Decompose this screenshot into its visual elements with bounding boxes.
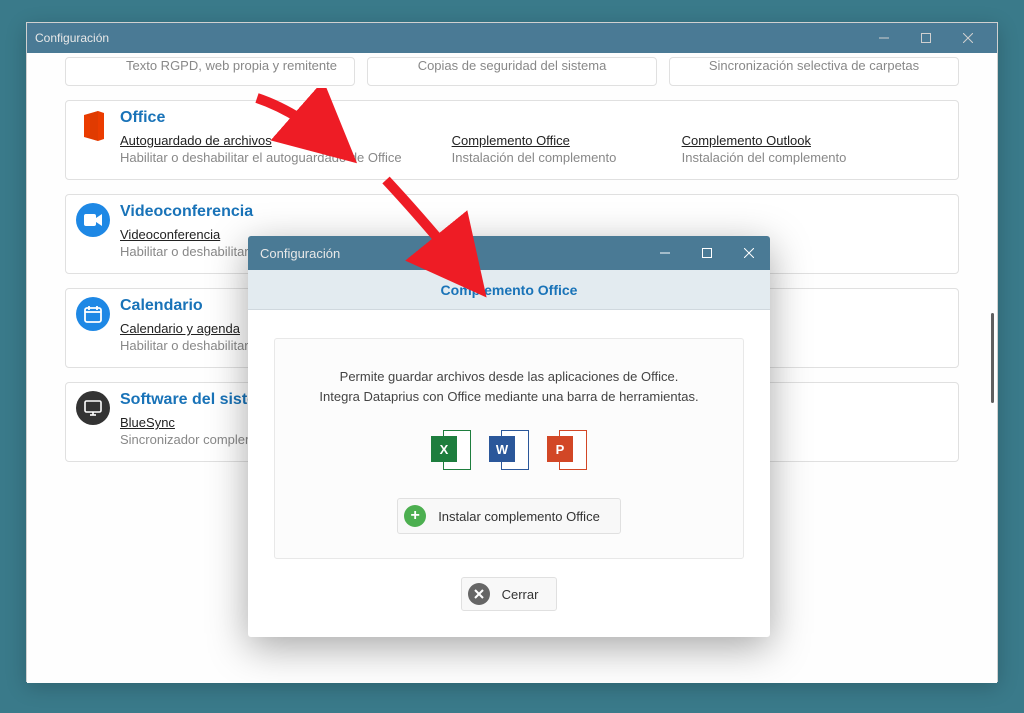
office-complement-link[interactable]: Complemento Office Instalación del compl… <box>452 133 632 165</box>
plus-icon: + <box>404 505 426 527</box>
maximize-button[interactable] <box>905 23 947 53</box>
link-desc: Instalación del complemento <box>682 150 862 165</box>
excel-icon: X <box>431 430 471 470</box>
dialog-minimize-button[interactable] <box>644 236 686 270</box>
dialog-window-controls <box>644 236 770 270</box>
card-title: Videoconferencia <box>120 203 948 221</box>
annotation-arrow-2 <box>374 170 494 300</box>
install-button[interactable]: + Instalar complemento Office <box>397 498 621 534</box>
stub-text: Copias de seguridad del sistema <box>378 58 646 73</box>
dialog-window: Configuración Complemento Office Permite… <box>248 236 770 637</box>
dialog-body: Permite guardar archivos desde las aplic… <box>248 310 770 637</box>
card-title: Office <box>120 109 948 127</box>
dialog-maximize-button[interactable] <box>686 236 728 270</box>
titlebar[interactable]: Configuración <box>27 23 997 53</box>
window-controls <box>863 23 989 53</box>
stub-card: Texto RGPD, web propia y remitente <box>65 57 355 86</box>
link-title: Complemento Office <box>452 133 632 148</box>
close-button-label: Cerrar <box>502 587 539 602</box>
powerpoint-icon: P <box>547 430 587 470</box>
word-icon: W <box>489 430 529 470</box>
window-title: Configuración <box>35 31 863 45</box>
stub-text: Sincronización selectiva de carpetas <box>680 58 948 73</box>
link-title: Complemento Outlook <box>682 133 862 148</box>
office-icon <box>76 109 110 143</box>
stub-row: Texto RGPD, web propia y remitente Copia… <box>65 57 959 86</box>
scrollbar-thumb[interactable] <box>991 313 994 403</box>
minimize-button[interactable] <box>863 23 905 53</box>
office-app-icons: X W P <box>431 430 587 470</box>
monitor-icon <box>76 391 110 425</box>
outlook-complement-link[interactable]: Complemento Outlook Instalación del comp… <box>682 133 862 165</box>
dialog-close-button[interactable] <box>728 236 770 270</box>
dialog-header: Complemento Office <box>248 270 770 310</box>
close-button[interactable] <box>947 23 989 53</box>
video-icon <box>76 203 110 237</box>
stub-text: Texto RGPD, web propia y remitente <box>76 58 344 73</box>
calendar-icon <box>76 297 110 331</box>
dialog-titlebar[interactable]: Configuración <box>248 236 770 270</box>
close-dialog-button[interactable]: Cerrar <box>461 577 558 611</box>
install-button-label: Instalar complemento Office <box>438 509 600 524</box>
dialog-panel: Permite guardar archivos desde las aplic… <box>274 338 744 559</box>
card-office: Office Autoguardado de archivos Habilita… <box>65 100 959 180</box>
stub-card: Copias de seguridad del sistema <box>367 57 657 86</box>
close-icon <box>468 583 490 605</box>
stub-card: Sincronización selectiva de carpetas <box>669 57 959 86</box>
link-desc: Instalación del complemento <box>452 150 632 165</box>
annotation-arrow-1 <box>247 88 357 168</box>
dialog-description: Permite guardar archivos desde las aplic… <box>319 367 698 406</box>
